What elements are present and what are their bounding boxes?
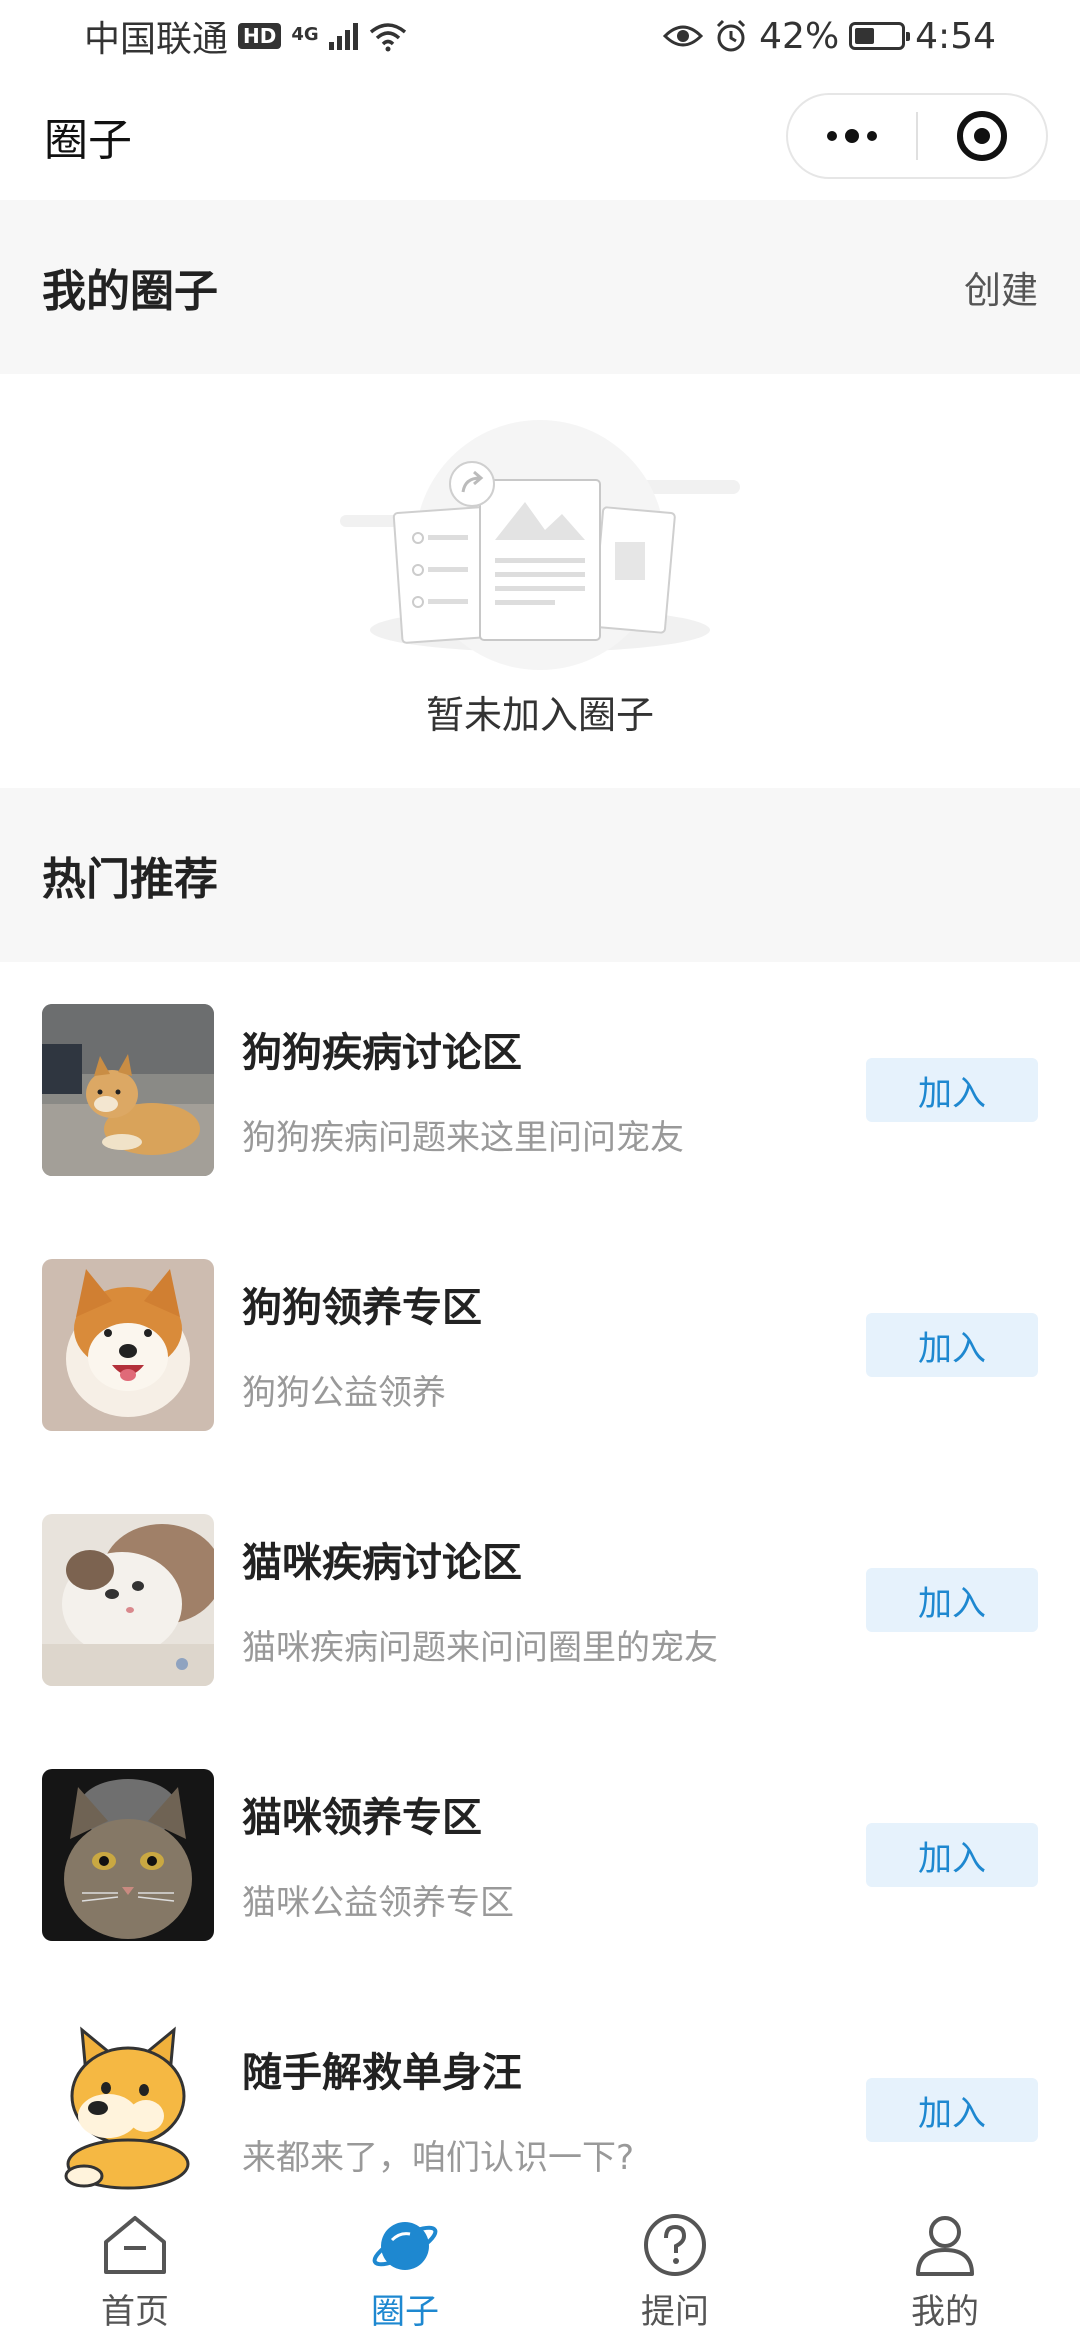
list-item[interactable]: 狗狗疾病讨论区 狗狗疾病问题来这里问问宠友 加入 (0, 962, 1080, 1217)
hot-header: 热门推荐 (0, 788, 1080, 962)
tab-me[interactable]: 我的 (810, 2190, 1080, 2340)
circle-title: 猫咪领养专区 (242, 1795, 482, 1841)
join-button[interactable]: 加入 (866, 1568, 1038, 1632)
tab-home[interactable]: 首页 (0, 2190, 270, 2340)
join-button[interactable]: 加入 (866, 2078, 1038, 2142)
list-item[interactable]: 猫咪疾病讨论区 猫咪疾病问题来问问圈里的宠友 加入 (0, 1472, 1080, 1727)
page-title: 圈子 (44, 115, 132, 166)
circle-desc: 猫咪公益领养专区 (242, 1883, 514, 1923)
akita-dog-photo (42, 1259, 214, 1431)
empty-documents-illustration (340, 420, 740, 670)
home-icon (104, 2216, 166, 2274)
status-right: 42% 4:54 (663, 16, 996, 57)
battery-icon (849, 22, 911, 50)
wifi-icon (369, 23, 406, 52)
tab-label: 首页 (101, 2292, 169, 2332)
eye-icon (663, 25, 704, 47)
list-item[interactable]: 猫咪领养专区 猫咪公益领养专区 加入 (0, 1727, 1080, 1982)
signal-icon (328, 22, 358, 50)
circle-list: 狗狗疾病讨论区 狗狗疾病问题来这里问问宠友 加入 狗狗领养专区 狗狗公益领养 加… (0, 962, 1080, 2237)
alarm-icon (717, 19, 746, 52)
circle-desc: 狗狗公益领养 (242, 1373, 446, 1413)
more-icon (827, 129, 877, 143)
circle-desc: 猫咪疾病问题来问问圈里的宠友 (242, 1628, 718, 1668)
planet-icon (372, 2222, 438, 2270)
tab-circles[interactable]: 圈子 (270, 2190, 540, 2340)
circle-desc: 狗狗疾病问题来这里问问宠友 (242, 1118, 684, 1158)
clock-time: 4:54 (915, 15, 996, 57)
target-icon (957, 111, 1007, 161)
circle-desc: 来都来了，咱们认识一下? (242, 2138, 635, 2178)
hd-icon: HD (238, 23, 282, 49)
circle-title: 随手解救单身汪 (242, 2050, 522, 2096)
tab-label: 圈子 (371, 2292, 439, 2332)
miniprogram-capsule (786, 93, 1048, 179)
close-button[interactable] (918, 95, 1046, 177)
tab-label: 我的 (911, 2292, 979, 2332)
join-button[interactable]: 加入 (866, 1823, 1038, 1887)
question-icon (644, 2214, 706, 2276)
battery-percent: 42% (759, 15, 840, 57)
circle-title: 狗狗疾病讨论区 (242, 1030, 522, 1076)
tab-bar: 首页 圈子 提问 我的 (0, 2190, 1080, 2340)
status-bar: 中国联通 HD 4G 42% 4:54 (0, 0, 1080, 72)
more-button[interactable] (788, 95, 916, 177)
network-type: 4G (291, 24, 319, 45)
shiba-dog-photo (42, 1004, 214, 1176)
nav-bar: 圈子 (0, 72, 1080, 200)
hot-title: 热门推荐 (42, 854, 218, 905)
cartoon-doge-image (42, 2024, 214, 2196)
kitten-photo (42, 1514, 214, 1686)
tabby-cat-photo (42, 1769, 214, 1941)
tab-label: 提问 (641, 2292, 709, 2332)
person-icon (916, 2216, 974, 2276)
create-button[interactable]: 创建 (964, 260, 1038, 314)
my-circles-header: 我的圈子 创建 (0, 200, 1080, 374)
tab-ask[interactable]: 提问 (540, 2190, 810, 2340)
my-circles-title: 我的圈子 (42, 266, 218, 317)
battery-level (855, 28, 874, 44)
join-button[interactable]: 加入 (866, 1313, 1038, 1377)
empty-state: 暂未加入圈子 (0, 374, 1080, 788)
carrier-name: 中国联通 (84, 19, 229, 60)
empty-message: 暂未加入圈子 (425, 693, 654, 737)
join-button[interactable]: 加入 (866, 1058, 1038, 1122)
circle-title: 猫咪疾病讨论区 (242, 1540, 522, 1586)
status-left: 中国联通 HD 4G (84, 10, 408, 62)
list-item[interactable]: 狗狗领养专区 狗狗公益领养 加入 (0, 1217, 1080, 1472)
circle-title: 狗狗领养专区 (242, 1285, 482, 1331)
